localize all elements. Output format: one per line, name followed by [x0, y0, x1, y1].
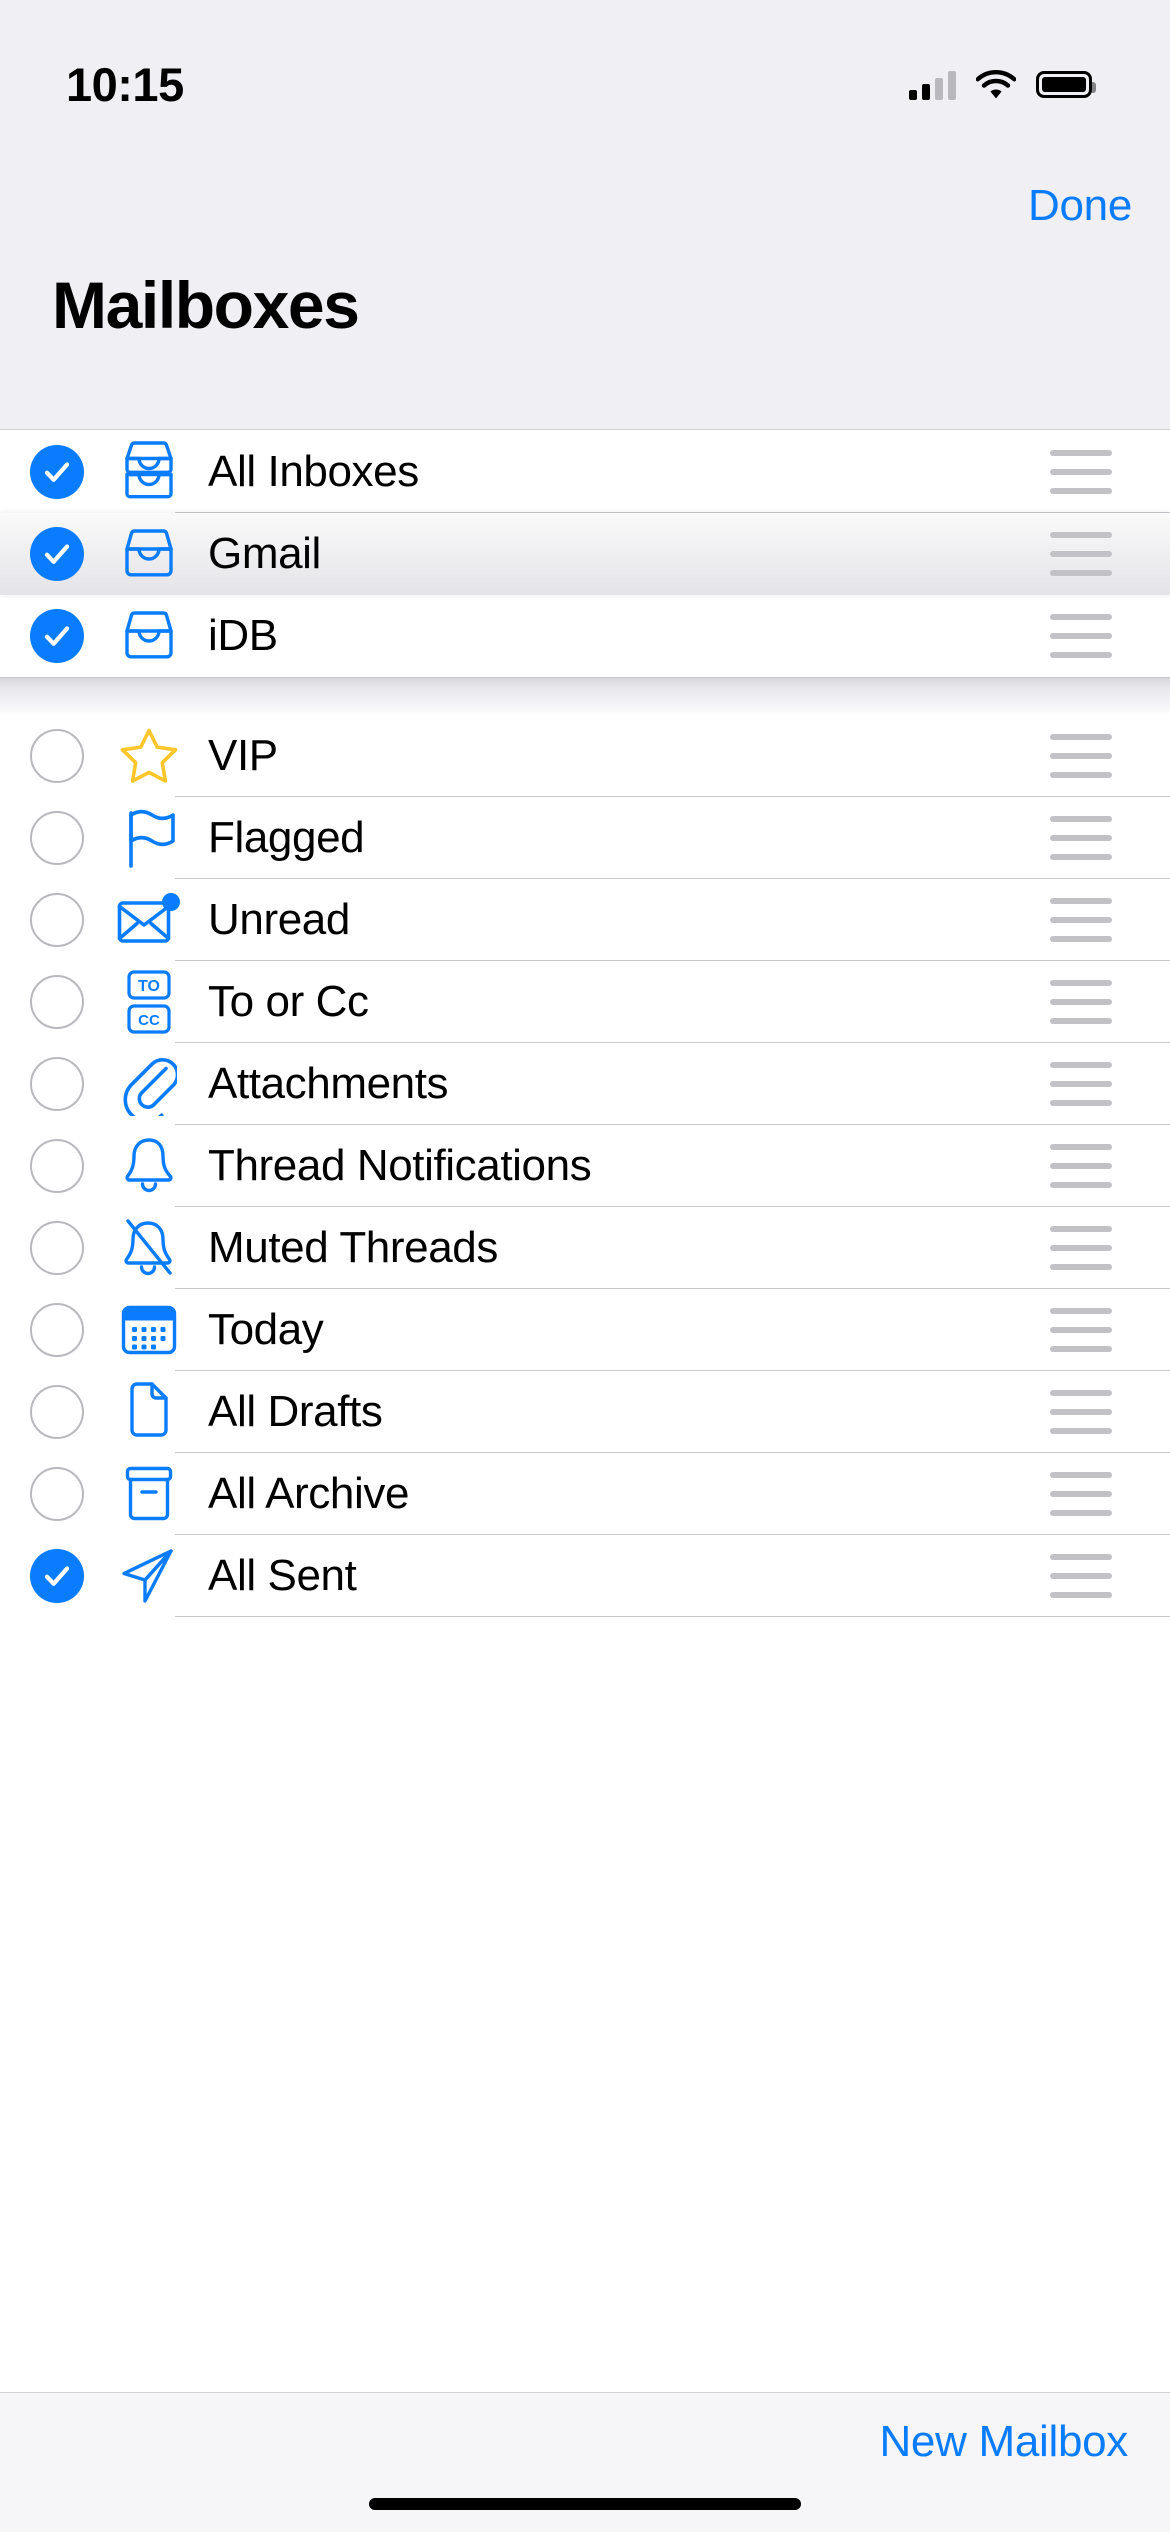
reorder-grip-icon[interactable] [1050, 1062, 1170, 1106]
svg-text:TO: TO [138, 978, 160, 995]
mailbox-row-all-sent[interactable]: All Sent [0, 1535, 1170, 1617]
selection-checkbox-checked[interactable] [30, 527, 84, 581]
reorder-grip-icon[interactable] [1050, 1226, 1170, 1270]
calendar-icon [112, 1293, 186, 1367]
reorder-grip-icon[interactable] [1050, 1308, 1170, 1352]
mailbox-row-all-drafts[interactable]: All Drafts [0, 1371, 1170, 1453]
mailbox-section-smart: VIP Flagged Unread TO CC To or Cc Attach… [0, 715, 1170, 1617]
navigation-bar: Done [0, 145, 1170, 267]
archivebox-icon [112, 1457, 186, 1531]
svg-text:CC: CC [138, 1012, 160, 1029]
mailbox-row-to-or-cc[interactable]: TO CC To or Cc [0, 961, 1170, 1043]
done-button[interactable]: Done [1028, 181, 1132, 231]
selection-checkbox-checked[interactable] [30, 445, 84, 499]
selection-checkbox-unchecked[interactable] [30, 1467, 84, 1521]
checkmark-icon [44, 462, 70, 482]
reorder-grip-icon[interactable] [1050, 980, 1170, 1024]
mailbox-label: iDB [208, 611, 278, 660]
mailbox-label: All Drafts [208, 1387, 383, 1436]
wifi-icon [976, 70, 1016, 99]
mailbox-row-vip[interactable]: VIP [0, 715, 1170, 797]
new-mailbox-button[interactable]: New Mailbox [879, 2417, 1128, 2467]
mailboxes-edit-screen: 10:15 Done Mailboxes All Inboxes Gmail i… [0, 0, 1170, 2532]
selection-checkbox-unchecked[interactable] [30, 1139, 84, 1193]
battery-full-icon [1036, 71, 1096, 98]
bottom-toolbar: New Mailbox [0, 2392, 1170, 2532]
mailbox-label: Muted Threads [208, 1223, 498, 1272]
bell-icon [112, 1129, 186, 1203]
mailbox-row-unread[interactable]: Unread [0, 879, 1170, 961]
mailbox-label: Today [208, 1305, 324, 1354]
checkmark-icon [44, 544, 70, 564]
mailbox-list[interactable]: All Inboxes Gmail iDB VIP Flagged Unread… [0, 431, 1170, 2392]
envelope-badge-icon [112, 883, 186, 957]
selection-checkbox-unchecked[interactable] [30, 729, 84, 783]
mailbox-row-thread-notifications[interactable]: Thread Notifications [0, 1125, 1170, 1207]
mailbox-row-all-inboxes[interactable]: All Inboxes [0, 431, 1170, 513]
mailbox-label: All Archive [208, 1469, 410, 1518]
mailbox-row-today[interactable]: Today [0, 1289, 1170, 1371]
status-bar: 10:15 [0, 0, 1170, 145]
status-time: 10:15 [66, 58, 184, 111]
selection-checkbox-unchecked[interactable] [30, 1221, 84, 1275]
mailbox-label: To or Cc [208, 977, 369, 1026]
document-icon [112, 1375, 186, 1449]
star-icon [112, 719, 186, 793]
mailbox-label: Unread [208, 895, 350, 944]
mailbox-row-flagged[interactable]: Flagged [0, 797, 1170, 879]
mailbox-label: VIP [208, 731, 278, 780]
cellular-bars-icon [909, 70, 956, 100]
mailbox-label: Flagged [208, 813, 365, 862]
reorder-grip-icon[interactable] [1050, 1472, 1170, 1516]
page-title: Mailboxes [52, 268, 360, 342]
reorder-grip-icon[interactable] [1050, 898, 1170, 942]
page-title-container: Mailboxes [0, 267, 1170, 430]
mailbox-section-inboxes: All Inboxes Gmail iDB [0, 431, 1170, 677]
reorder-grip-icon[interactable] [1050, 1390, 1170, 1434]
flag-icon [112, 801, 186, 875]
selection-checkbox-checked[interactable] [30, 609, 84, 663]
mailbox-row-all-archive[interactable]: All Archive [0, 1453, 1170, 1535]
selection-checkbox-unchecked[interactable] [30, 811, 84, 865]
checkmark-icon [44, 1566, 70, 1586]
mailbox-label: All Sent [208, 1551, 357, 1600]
row-separator [175, 1616, 1170, 1617]
checkmark-icon [44, 626, 70, 646]
selection-checkbox-unchecked[interactable] [30, 1057, 84, 1111]
reorder-grip-icon[interactable] [1050, 816, 1170, 860]
selection-checkbox-unchecked[interactable] [30, 1303, 84, 1357]
reorder-grip-icon[interactable] [1050, 614, 1170, 658]
mailbox-row-gmail[interactable]: Gmail [0, 513, 1170, 595]
paperplane-icon [112, 1539, 186, 1613]
status-indicators [909, 46, 1096, 100]
bell-slash-icon [112, 1211, 186, 1285]
reorder-grip-icon[interactable] [1050, 450, 1170, 494]
reorder-grip-icon[interactable] [1050, 1144, 1170, 1188]
mailbox-row-attachments[interactable]: Attachments [0, 1043, 1170, 1125]
mailbox-label: All Inboxes [208, 447, 419, 496]
mailbox-label: Thread Notifications [208, 1141, 592, 1190]
tray-icon [112, 517, 186, 591]
reorder-grip-icon[interactable] [1050, 734, 1170, 778]
mailbox-row-muted-threads[interactable]: Muted Threads [0, 1207, 1170, 1289]
tray-stack-icon [112, 435, 186, 509]
selection-checkbox-unchecked[interactable] [30, 975, 84, 1029]
to-cc-icon: TO CC [112, 965, 186, 1039]
paperclip-icon [112, 1047, 186, 1121]
home-indicator[interactable] [369, 2498, 801, 2510]
section-divider [0, 677, 1170, 715]
tray-icon [112, 599, 186, 673]
reorder-grip-icon[interactable] [1050, 1554, 1170, 1598]
mailbox-label: Attachments [208, 1059, 449, 1108]
selection-checkbox-checked[interactable] [30, 1549, 84, 1603]
selection-checkbox-unchecked[interactable] [30, 893, 84, 947]
selection-checkbox-unchecked[interactable] [30, 1385, 84, 1439]
mailbox-row-idb[interactable]: iDB [0, 595, 1170, 677]
mailbox-label: Gmail [208, 529, 321, 578]
reorder-grip-icon[interactable] [1050, 532, 1170, 576]
